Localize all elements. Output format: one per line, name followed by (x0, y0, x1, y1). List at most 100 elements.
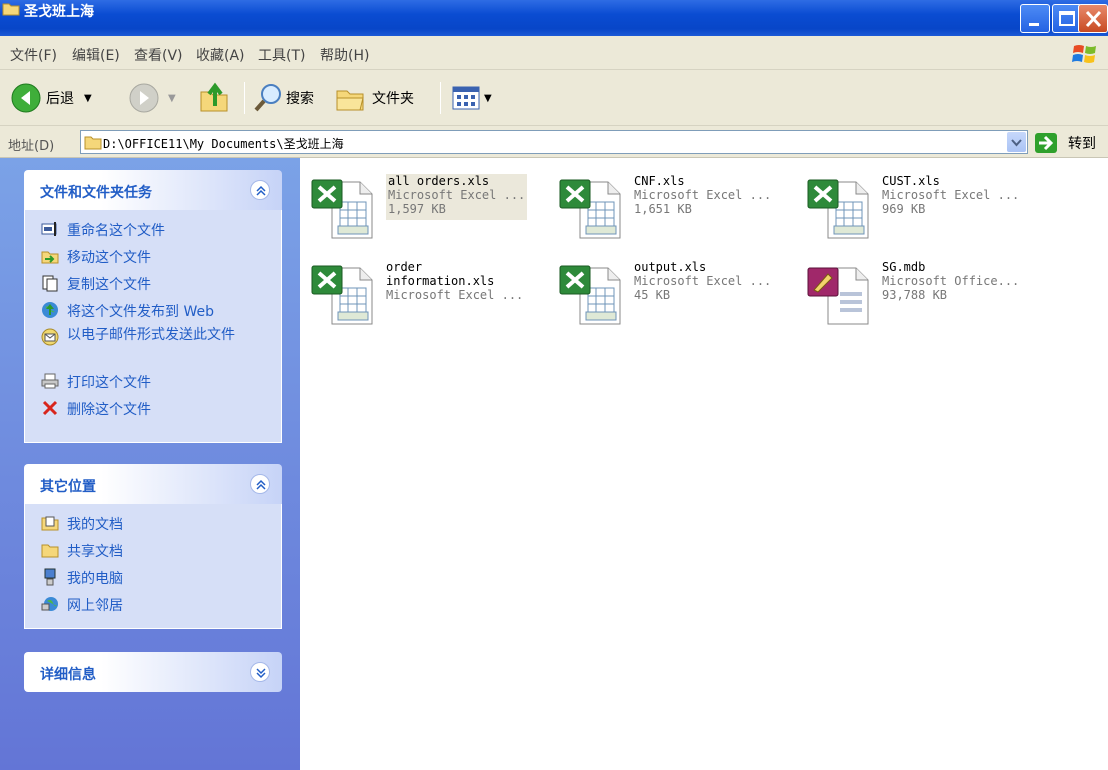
file-name: CUST.xls (882, 174, 940, 188)
excel-file-icon (559, 179, 621, 239)
forward-button[interactable]: ▼ (128, 82, 176, 114)
access-file-icon (807, 267, 869, 325)
excel-file-icon (311, 265, 373, 325)
expand-button[interactable] (250, 662, 270, 682)
other-places-panel: 其它位置 我的文档 共享文档 我的电脑 网上邻居 (24, 464, 282, 629)
other-places-header[interactable]: 其它位置 (24, 464, 282, 504)
views-icon (452, 86, 480, 110)
place-shared-documents[interactable]: 共享文档 (25, 537, 281, 564)
file-list[interactable]: all orders.xls Microsoft Excel ... 1,597… (300, 158, 1108, 770)
file-tasks-title: 文件和文件夹任务 (40, 185, 152, 201)
back-button[interactable]: 后退 ▼ (10, 82, 92, 114)
file-name: all orders.xls (388, 174, 490, 188)
move-icon (41, 251, 59, 264)
menu-favorites[interactable]: 收藏(A) (196, 45, 245, 65)
place-network[interactable]: 网上邻居 (25, 591, 281, 618)
window-title: 圣戈班上海 (24, 4, 94, 20)
task-pane: 文件和文件夹任务 重命名这个文件 移动这个文件 复制这个文件 将这个文件发布到 … (0, 158, 300, 770)
task-label: 复制这个文件 (67, 277, 151, 293)
shared-documents-icon (41, 544, 59, 558)
views-button[interactable]: ▼ (450, 82, 492, 114)
task-delete[interactable]: 删除这个文件 (25, 395, 281, 422)
task-publish-web[interactable]: 将这个文件发布到 Web (25, 297, 281, 324)
search-icon (254, 84, 281, 112)
task-copy[interactable]: 复制这个文件 (25, 270, 281, 297)
menu-tools[interactable]: 工具(T) (258, 45, 305, 65)
title-bar[interactable]: 圣戈班上海 (0, 0, 1108, 36)
place-my-documents[interactable]: 我的文档 (25, 510, 281, 537)
file-text: SG.mdb Microsoft Office... 93,788 KB (882, 260, 1019, 302)
forward-dropdown-icon[interactable]: ▼ (168, 93, 176, 104)
task-label: 移动这个文件 (67, 250, 151, 266)
task-print[interactable]: 打印这个文件 (25, 368, 281, 395)
collapse-button[interactable] (250, 474, 270, 494)
menu-help[interactable]: 帮助(H) (320, 45, 369, 65)
details-title: 详细信息 (40, 667, 96, 683)
file-size: 969 KB (882, 202, 926, 216)
file-size: 1,651 KB (634, 202, 692, 216)
print-icon (41, 373, 59, 389)
file-name: output.xls (634, 260, 707, 274)
file-type: Microsoft Office... (882, 274, 1020, 288)
file-item[interactable]: order information.xls Microsoft Excel ..… (306, 260, 556, 326)
task-rename[interactable]: 重命名这个文件 (25, 216, 281, 243)
file-type: Microsoft Excel ... (882, 188, 1020, 202)
close-icon (1085, 10, 1102, 28)
back-label: 后退 (46, 91, 74, 107)
minimize-button[interactable] (1020, 4, 1050, 33)
windows-logo-icon (1072, 45, 1096, 63)
go-label: 转到 (1068, 136, 1096, 152)
file-item[interactable]: SG.mdb Microsoft Office... 93,788 KB (802, 260, 1052, 326)
other-places-title: 其它位置 (40, 479, 96, 495)
place-label: 共享文档 (67, 544, 123, 560)
folders-icon (336, 90, 364, 111)
file-text: order information.xls Microsoft Excel ..… (386, 260, 523, 302)
place-my-computer[interactable]: 我的电脑 (25, 564, 281, 591)
task-label: 以电子邮件形式发送此文件 (67, 327, 235, 343)
delete-icon (42, 400, 58, 416)
my-computer-icon (44, 568, 56, 586)
file-item[interactable]: CUST.xls Microsoft Excel ... 969 KB (802, 174, 1052, 240)
folders-button[interactable]: 文件夹 (334, 82, 414, 114)
task-move[interactable]: 移动这个文件 (25, 243, 281, 270)
file-type: Microsoft Excel ... (388, 188, 526, 202)
file-size: Microsoft Excel ... (386, 288, 524, 302)
close-button[interactable] (1078, 4, 1108, 33)
menu-file[interactable]: 文件(F) (10, 45, 57, 65)
folder-icon (84, 136, 102, 150)
task-email[interactable]: 以电子邮件形式发送此文件 (25, 324, 281, 368)
menu-view[interactable]: 查看(V) (134, 45, 183, 65)
address-bar: 地址(D) D:\OFFICE11\My Documents\圣戈班上海 转到 (0, 126, 1108, 158)
file-tasks-header[interactable]: 文件和文件夹任务 (24, 170, 282, 210)
address-input[interactable]: D:\OFFICE11\My Documents\圣戈班上海 (80, 130, 1028, 154)
address-dropdown-button[interactable] (1007, 132, 1026, 152)
file-name: order (386, 260, 423, 274)
minimize-icon (1029, 23, 1039, 26)
folder-icon (2, 3, 20, 16)
views-dropdown-icon[interactable]: ▼ (484, 93, 492, 104)
file-item[interactable]: output.xls Microsoft Excel ... 45 KB (554, 260, 804, 326)
excel-file-icon (311, 179, 373, 239)
task-label: 删除这个文件 (67, 402, 151, 418)
file-text: CNF.xls Microsoft Excel ... 1,651 KB (634, 174, 771, 216)
toolbar: 后退 ▼ ▼ 搜索 文件夹 ▼ (0, 70, 1108, 126)
go-button[interactable]: 转到 (1034, 132, 1096, 154)
back-dropdown-icon[interactable]: ▼ (84, 93, 92, 104)
email-icon (41, 328, 59, 346)
my-documents-icon (41, 516, 59, 531)
publish-web-icon (42, 302, 58, 318)
file-item[interactable]: all orders.xls Microsoft Excel ... 1,597… (306, 174, 556, 240)
task-label: 重命名这个文件 (67, 223, 165, 239)
place-label: 网上邻居 (67, 598, 123, 614)
details-header[interactable]: 详细信息 (24, 652, 282, 692)
search-button[interactable]: 搜索 (252, 82, 314, 114)
file-type: Microsoft Excel ... (634, 188, 772, 202)
chevron-down-icon (256, 668, 266, 679)
collapse-button[interactable] (250, 180, 270, 200)
up-folder-button[interactable] (198, 80, 230, 114)
file-item[interactable]: CNF.xls Microsoft Excel ... 1,651 KB (554, 174, 804, 240)
file-text: CUST.xls Microsoft Excel ... 969 KB (882, 174, 1019, 216)
menu-edit[interactable]: 编辑(E) (72, 45, 120, 65)
file-text: all orders.xls Microsoft Excel ... 1,597… (386, 174, 528, 220)
menu-bar: 文件(F) 编辑(E) 查看(V) 收藏(A) 工具(T) 帮助(H) (0, 36, 1108, 70)
